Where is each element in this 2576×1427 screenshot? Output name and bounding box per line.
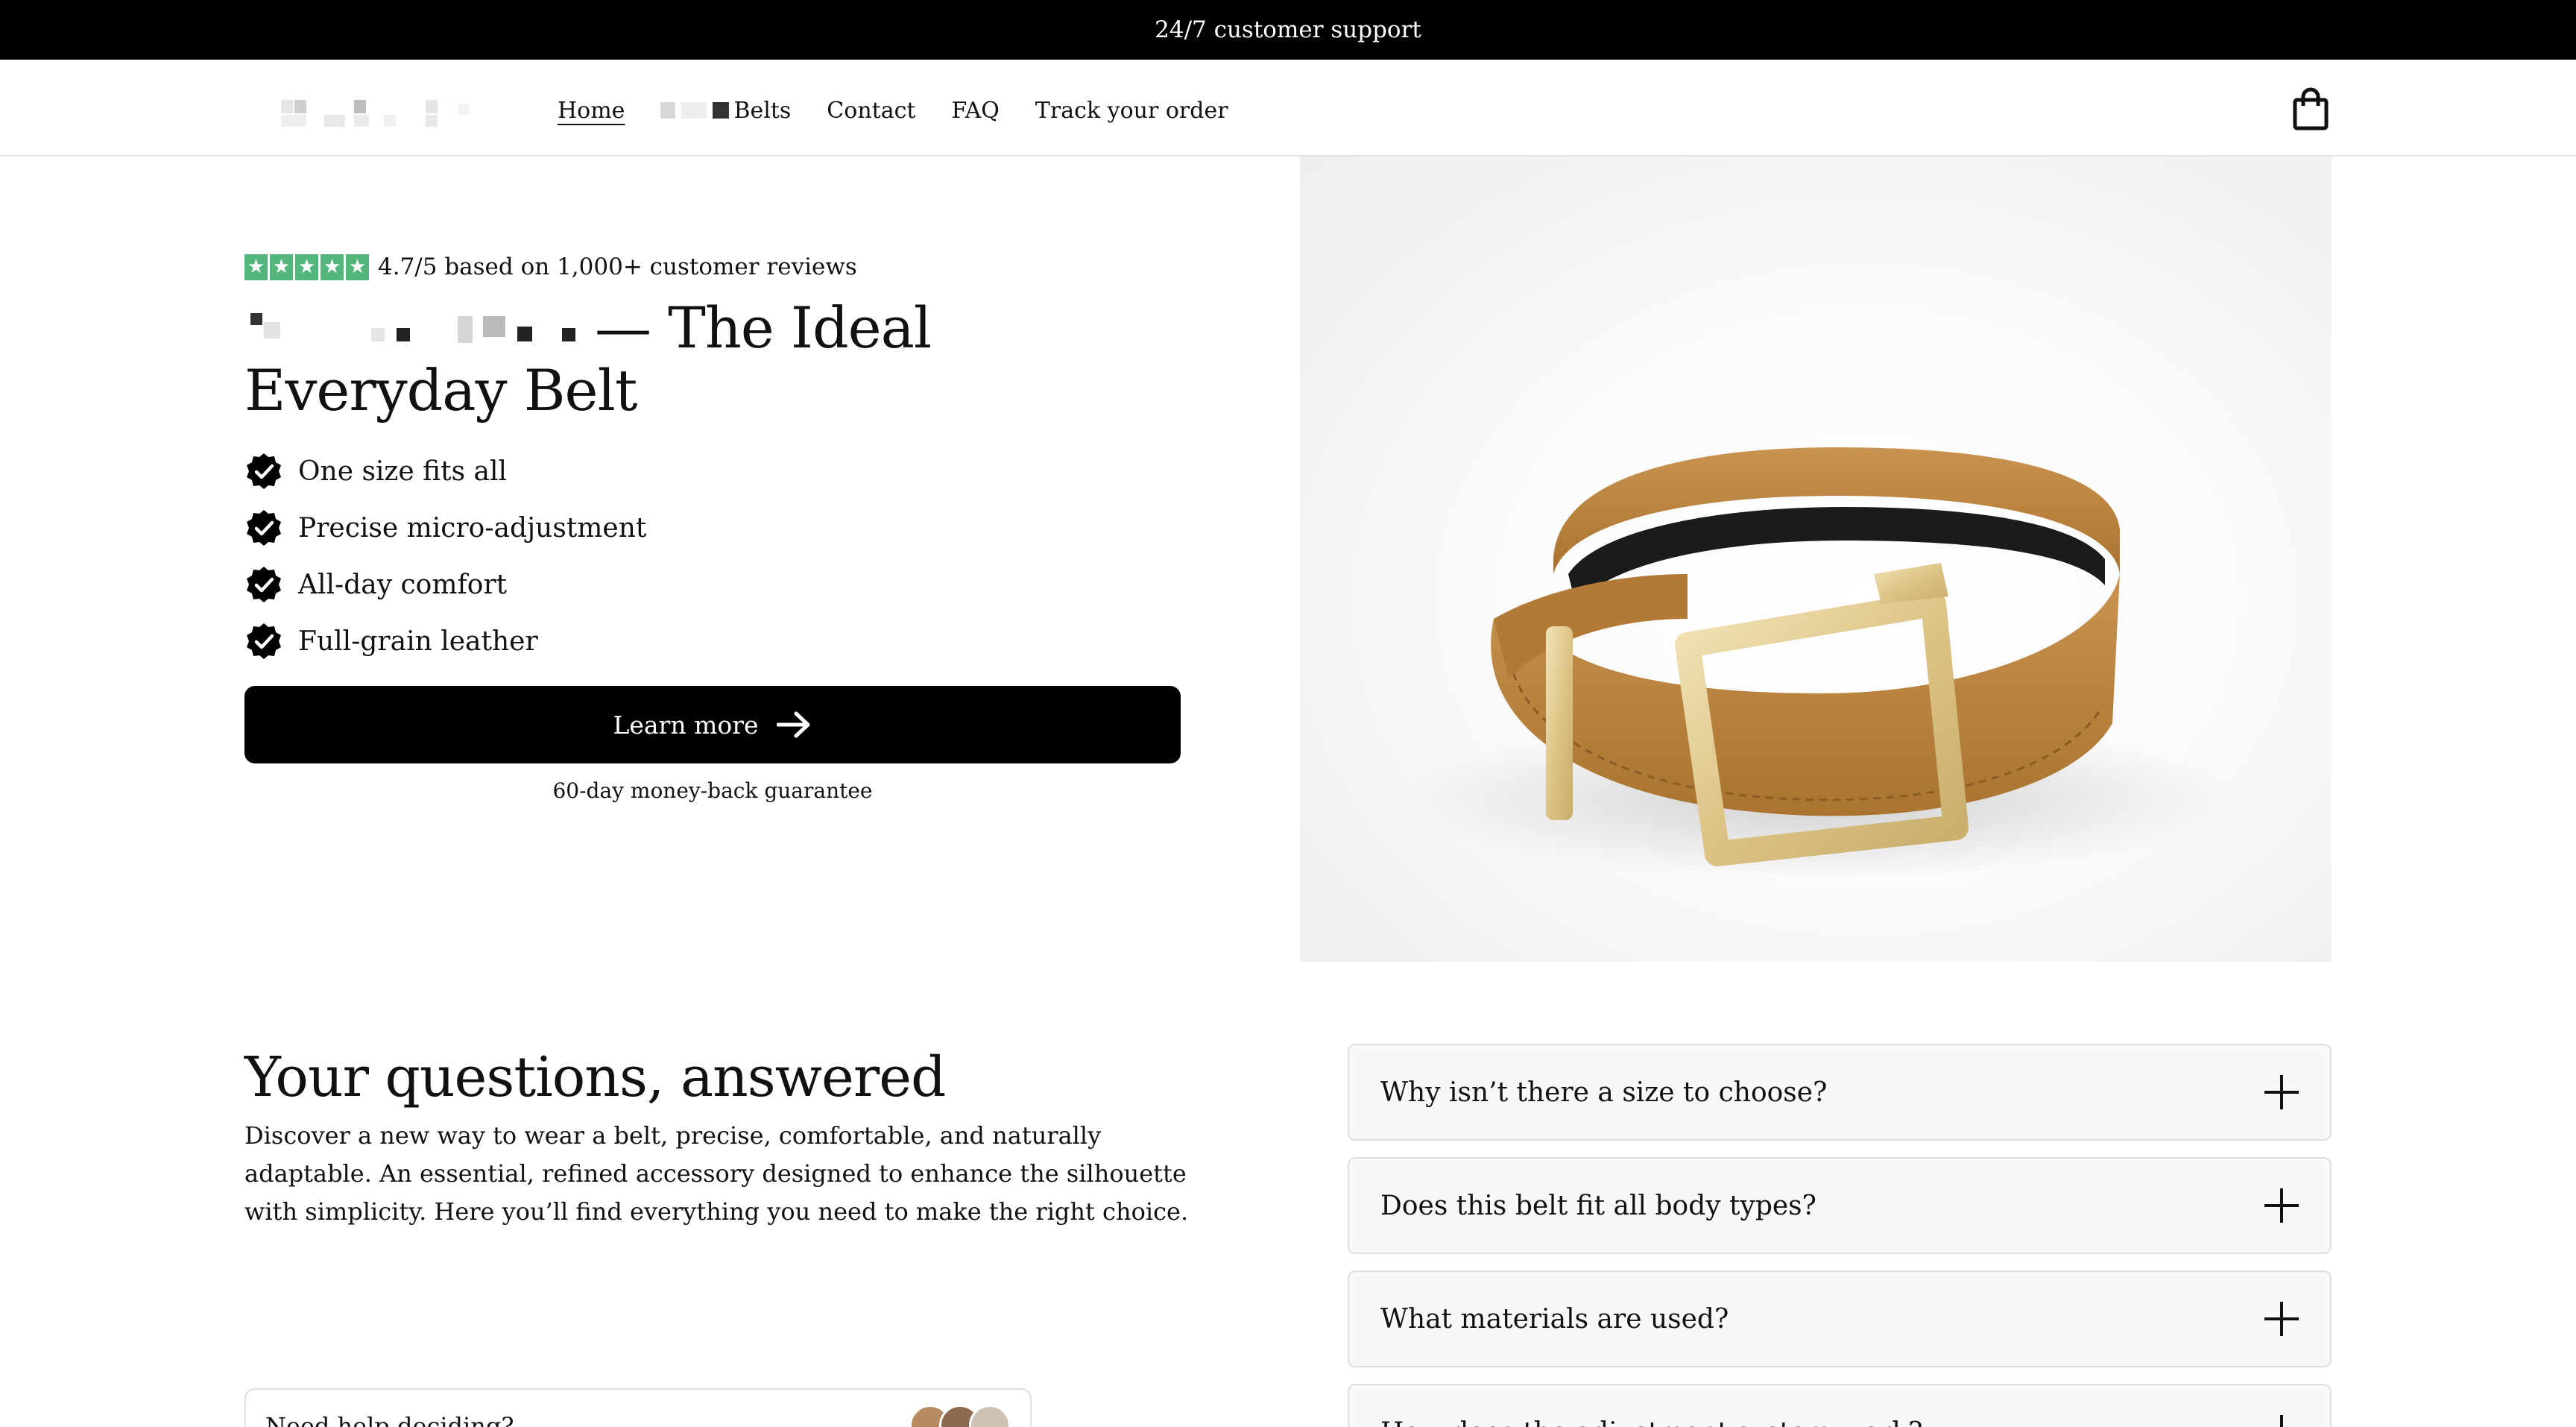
nav-faq[interactable]: FAQ — [951, 98, 999, 124]
faq-question: How does the adjustment system work? — [1380, 1417, 1922, 1427]
feature-label: Precise micro-adjustment — [298, 512, 647, 544]
nav-contact[interactable]: Contact — [827, 98, 915, 124]
plus-icon — [2264, 1188, 2299, 1223]
faq-item[interactable]: What materials are used? — [1348, 1270, 2332, 1367]
faq-question: Why isn’t there a size to choose? — [1380, 1077, 1828, 1108]
learn-more-button[interactable]: Learn more — [244, 686, 1181, 763]
check-badge-icon — [247, 510, 281, 546]
nav-belts-label: Belts — [733, 97, 792, 124]
feature-item: One size fits all — [244, 443, 1184, 500]
guarantee-text: 60-day money-back guarantee — [552, 778, 873, 803]
star-icon: ★ — [270, 253, 293, 280]
feature-label: All-day comfort — [298, 569, 508, 600]
rating-stars: ★ ★ ★ ★ ★ — [244, 253, 369, 280]
faq-description: Discover a new way to wear a belt, preci… — [244, 1121, 1189, 1226]
nav-track-order[interactable]: Track your order — [1035, 98, 1228, 124]
brand-logo[interactable] — [280, 95, 481, 131]
faq-item[interactable]: Does this belt fit all body types? — [1348, 1157, 2332, 1254]
plus-icon — [2264, 1075, 2299, 1109]
faq-item[interactable]: Why isn’t there a size to choose? — [1348, 1044, 2332, 1141]
help-card-label: Need help deciding? — [265, 1412, 514, 1427]
announcement-bar: 24/7 customer support — [0, 0, 2576, 60]
feature-item: Precise micro-adjustment — [244, 500, 1184, 556]
site-header: Home Belts Contact FAQ Track your order — [0, 60, 2576, 157]
feature-item: Full-grain leather — [244, 613, 1184, 670]
feature-label: One size fits all — [298, 456, 508, 487]
feature-item: All-day comfort — [244, 556, 1184, 613]
hero-product-image — [1300, 157, 2332, 962]
star-icon: ★ — [346, 253, 369, 280]
announcement-text: 24/7 customer support — [1155, 16, 1421, 43]
avatar — [969, 1405, 1011, 1427]
star-icon: ★ — [321, 253, 344, 280]
feature-list: One size fits all Precise micro-adjustme… — [244, 443, 1184, 670]
faq-item[interactable]: How does the adjustment system work? — [1348, 1384, 2332, 1427]
hero-title: — The Ideal Everyday Belt — [244, 297, 1139, 422]
nav-belts[interactable]: Belts — [660, 98, 791, 124]
redacted-product-name — [244, 310, 595, 355]
rating-text: 4.7/5 based on 1,000+ customer reviews — [378, 253, 857, 280]
redacted-brand-text — [660, 102, 730, 119]
faq-intro: Your questions, answered Discover a new … — [244, 1044, 1199, 1231]
hero-content: ★ ★ ★ ★ ★ 4.7/5 based on 1,000+ customer… — [244, 253, 1184, 803]
plus-icon — [2264, 1302, 2299, 1336]
main-nav: Home Belts Contact FAQ Track your order — [558, 92, 1228, 128]
support-avatars — [909, 1405, 1011, 1427]
help-card[interactable]: Need help deciding? — [244, 1388, 1032, 1427]
feature-label: Full-grain leather — [298, 626, 538, 657]
plus-icon — [2264, 1415, 2299, 1427]
star-icon: ★ — [244, 253, 268, 280]
faq-title: Your questions, answered — [244, 1045, 946, 1109]
nav-home[interactable]: Home — [558, 98, 625, 124]
rating-summary: ★ ★ ★ ★ ★ 4.7/5 based on 1,000+ customer… — [244, 253, 1184, 280]
check-badge-icon — [247, 623, 281, 659]
arrow-right-icon — [776, 711, 810, 738]
faq-accordion: Why isn’t there a size to choose? Does t… — [1348, 1044, 2332, 1427]
check-badge-icon — [247, 567, 281, 602]
check-badge-icon — [247, 453, 281, 489]
cart-icon[interactable] — [2291, 86, 2330, 131]
star-icon: ★ — [295, 253, 318, 280]
faq-question: Does this belt fit all body types? — [1380, 1190, 1816, 1221]
learn-more-label: Learn more — [613, 710, 759, 740]
faq-question: What materials are used? — [1380, 1303, 1729, 1335]
